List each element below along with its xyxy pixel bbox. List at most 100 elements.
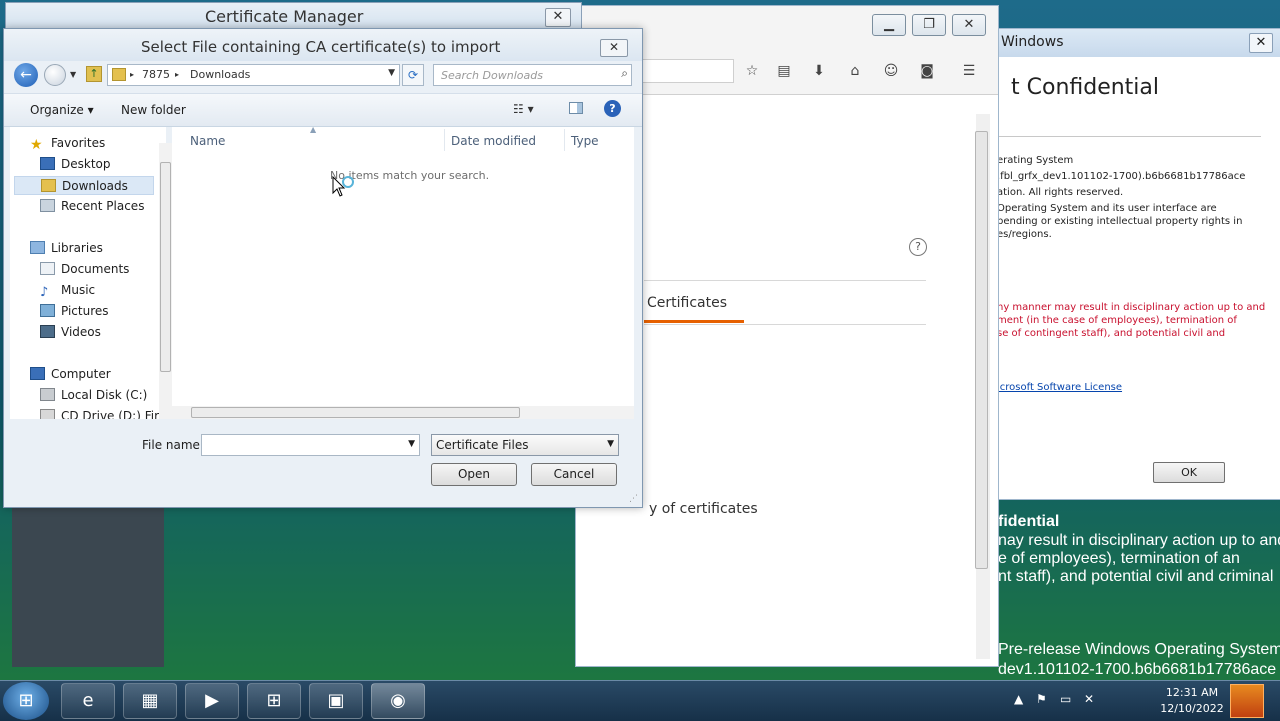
- history-dropdown-icon[interactable]: ▼: [70, 70, 76, 79]
- show-desktop-button[interactable]: [1230, 684, 1264, 718]
- nav-downloads[interactable]: Downloads: [14, 176, 154, 195]
- file-name-dropdown-icon[interactable]: ▼: [408, 439, 415, 449]
- address-bar[interactable]: ▸ 7875 ▸ Downloads ▼: [107, 64, 400, 86]
- refresh-icon[interactable]: ⟳: [402, 64, 424, 86]
- cancel-button[interactable]: Cancel: [531, 463, 617, 486]
- column-header-name[interactable]: Name: [190, 134, 225, 148]
- windows-app-icon[interactable]: ⊞: [247, 683, 301, 719]
- breadcrumb-7875[interactable]: 7875: [142, 68, 170, 81]
- about-warning-line: ny manner may result in disciplinary act…: [997, 302, 1266, 313]
- pictures-icon: [40, 304, 55, 317]
- start-button[interactable]: ⊞: [3, 682, 49, 720]
- nav-libraries[interactable]: Libraries: [30, 239, 103, 258]
- divider: [644, 280, 926, 281]
- column-header-date-modified[interactable]: Date modified: [451, 134, 536, 148]
- breadcrumb-downloads[interactable]: Downloads: [190, 68, 250, 81]
- action-center-flag-icon[interactable]: ⚑: [1036, 692, 1047, 706]
- file-type-select[interactable]: Certificate Files ▼: [431, 434, 619, 456]
- search-box[interactable]: ⌕: [433, 64, 632, 86]
- bookmark-star-icon[interactable]: ☆: [743, 62, 761, 80]
- show-hidden-icons-icon[interactable]: ▲: [1014, 692, 1023, 706]
- about-warning-line: ment (in the case of employees), termina…: [997, 315, 1237, 326]
- search-icon[interactable]: ⌕: [621, 66, 628, 81]
- back-arrow-icon[interactable]: ←: [14, 63, 38, 87]
- open-button[interactable]: Open: [431, 463, 517, 486]
- dialog-close-button[interactable]: ✕: [600, 39, 628, 57]
- computer-icon: [30, 367, 45, 380]
- about-text-line: es/regions.: [997, 229, 1052, 240]
- desktop-watermark-line: dev1.101102-1700.b6b6681b17786ace: [998, 661, 1277, 678]
- tab-certificates[interactable]: Certificates: [644, 293, 744, 323]
- dialog-title-bar: Select File containing CA certificate(s)…: [4, 29, 642, 61]
- search-input[interactable]: [439, 67, 613, 84]
- pocket-icon[interactable]: ◙: [918, 62, 936, 80]
- home-icon[interactable]: ⌂: [846, 62, 864, 80]
- close-button[interactable]: ✕: [952, 14, 986, 36]
- column-separator[interactable]: [564, 129, 565, 151]
- minimize-button[interactable]: ▁: [872, 14, 906, 36]
- nav-recent-places[interactable]: Recent Places: [40, 197, 144, 216]
- column-header-type[interactable]: Type: [571, 134, 599, 148]
- mouse-cursor-icon: [332, 176, 354, 197]
- bookmarks-list-icon[interactable]: ▤: [775, 62, 793, 80]
- volume-muted-icon[interactable]: ✕: [1084, 692, 1094, 706]
- menu-icon[interactable]: ☰: [960, 62, 978, 80]
- dialog-title: Select File containing CA certificate(s)…: [141, 38, 501, 56]
- star-icon: ★: [30, 137, 43, 153]
- resize-grip-icon[interactable]: ⋰: [629, 494, 638, 504]
- download-icon[interactable]: ⬇: [810, 62, 828, 80]
- file-name-input[interactable]: [205, 437, 399, 454]
- control-panel-icon[interactable]: ▣: [309, 683, 363, 719]
- sort-ascending-icon: ▲: [310, 125, 317, 134]
- scrollbar-thumb[interactable]: [975, 131, 988, 569]
- documents-icon: [40, 262, 55, 275]
- about-text-line: .fbl_grfx_dev1.101102-1700).b6b6681b1778…: [997, 171, 1246, 182]
- license-link[interactable]: icrosoft Software License: [997, 381, 1122, 394]
- about-divider: [997, 136, 1261, 137]
- network-icon[interactable]: ▭: [1060, 692, 1071, 706]
- help-icon[interactable]: ?: [909, 238, 927, 256]
- up-folder-icon[interactable]: ↑: [86, 66, 102, 82]
- chat-icon[interactable]: ☺: [882, 62, 900, 80]
- about-heading: t Confidential: [1011, 75, 1160, 100]
- internet-explorer-icon[interactable]: e: [61, 683, 115, 719]
- about-title-bar: Windows ✕: [991, 29, 1280, 57]
- breadcrumb-separator-icon[interactable]: ▸: [175, 70, 179, 79]
- url-bar[interactable]: [640, 59, 734, 83]
- column-separator[interactable]: [444, 129, 445, 151]
- media-player-icon[interactable]: ▶: [185, 683, 239, 719]
- maximize-button[interactable]: ❐: [912, 14, 946, 36]
- firefox-icon[interactable]: ◉: [371, 683, 425, 719]
- nav-music[interactable]: ♪ Music: [40, 281, 95, 300]
- cert-manager-close-button[interactable]: ✕: [545, 8, 571, 27]
- change-view-icon[interactable]: ☷ ▾: [513, 102, 534, 116]
- preview-pane-icon[interactable]: [569, 102, 583, 114]
- file-explorer-icon[interactable]: ▦: [123, 683, 177, 719]
- file-type-dropdown-icon[interactable]: ▼: [607, 439, 614, 449]
- nav-desktop[interactable]: Desktop: [40, 155, 111, 174]
- nav-videos[interactable]: Videos: [40, 323, 101, 342]
- downloads-folder-icon: [41, 179, 56, 192]
- desktop-watermark-heading: fidential: [998, 513, 1060, 530]
- organize-button[interactable]: Organize ▾: [30, 103, 94, 117]
- about-warning-line: se of contingent staff), and potential c…: [997, 328, 1226, 339]
- nav-pane-scrollbar-thumb[interactable]: [160, 162, 171, 372]
- system-clock[interactable]: 12:31 AM 12/10/2022: [1154, 685, 1230, 717]
- about-close-button[interactable]: ✕: [1249, 33, 1273, 53]
- nav-local-disk[interactable]: Local Disk (C:): [40, 386, 147, 405]
- horizontal-scrollbar-thumb[interactable]: [191, 407, 520, 418]
- address-dropdown-icon[interactable]: ▼: [388, 68, 395, 78]
- help-icon[interactable]: ?: [604, 100, 621, 117]
- select-file-dialog: Select File containing CA certificate(s)…: [3, 28, 643, 508]
- breadcrumb-separator-icon[interactable]: ▸: [130, 70, 134, 79]
- nav-cd-drive[interactable]: CD Drive (D:) Fire: [40, 407, 166, 419]
- nav-favorites[interactable]: ★ Favorites: [30, 134, 105, 153]
- nav-computer[interactable]: Computer: [30, 365, 111, 384]
- nav-pictures[interactable]: Pictures: [40, 302, 109, 321]
- forward-arrow-icon[interactable]: [44, 64, 66, 86]
- about-ok-button[interactable]: OK: [1153, 462, 1225, 483]
- nav-documents[interactable]: Documents: [40, 260, 129, 279]
- file-name-combobox[interactable]: ▼: [201, 434, 420, 456]
- new-folder-button[interactable]: New folder: [121, 103, 186, 117]
- desktop-icon: [40, 157, 55, 170]
